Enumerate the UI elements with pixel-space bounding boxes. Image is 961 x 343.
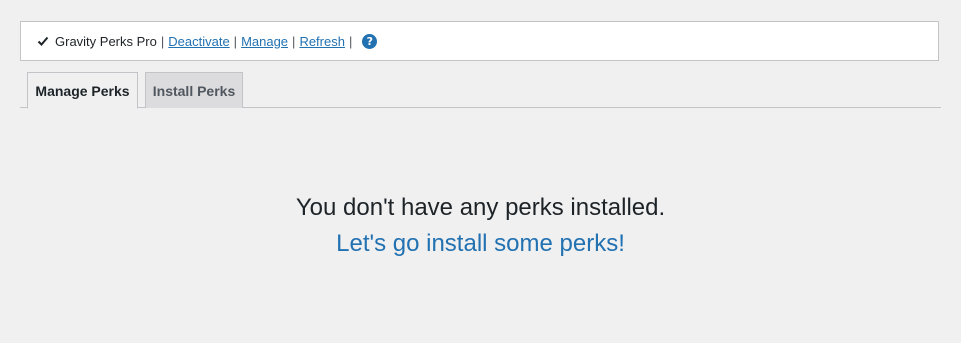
install-perks-link-wrapper: Let's go install some perks! bbox=[0, 229, 961, 259]
perks-tabs: Manage Perks Install Perks bbox=[20, 71, 941, 109]
help-icon[interactable]: ? bbox=[362, 33, 378, 49]
tab-manage-perks[interactable]: Manage Perks bbox=[27, 72, 138, 109]
separator: | bbox=[160, 33, 165, 49]
tab-install-perks[interactable]: Install Perks bbox=[145, 72, 243, 108]
refresh-link[interactable]: Refresh bbox=[299, 34, 345, 49]
deactivate-link[interactable]: Deactivate bbox=[168, 34, 229, 49]
install-perks-link[interactable]: Let's go install some perks! bbox=[336, 230, 625, 257]
license-status-bar: Gravity Perks Pro | Deactivate | Manage … bbox=[20, 21, 939, 61]
manage-link[interactable]: Manage bbox=[241, 34, 288, 49]
separator: | bbox=[348, 33, 353, 49]
product-name: Gravity Perks Pro bbox=[55, 33, 157, 49]
empty-state-message: You don't have any perks installed. bbox=[295, 194, 666, 221]
check-icon bbox=[37, 36, 49, 46]
separator: | bbox=[292, 33, 296, 49]
separator: | bbox=[233, 33, 238, 49]
